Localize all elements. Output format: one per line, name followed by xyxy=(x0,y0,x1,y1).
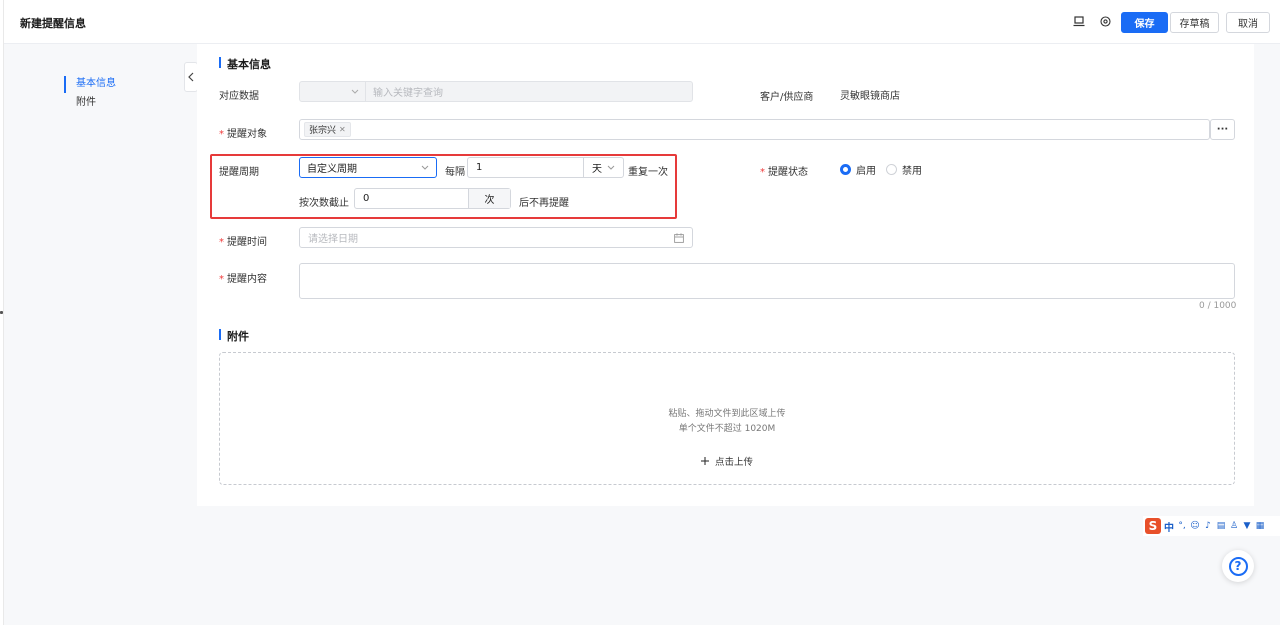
chevron-down-icon xyxy=(607,165,615,170)
stop-count-group: 0 次 xyxy=(354,188,511,209)
related-type-select xyxy=(300,82,366,101)
customer-value: 灵敏眼镜商店 xyxy=(840,91,900,102)
every-input-group: 1 天 xyxy=(467,157,624,178)
save-button[interactable]: 保存 xyxy=(1121,12,1168,33)
collapse-nav-button[interactable] xyxy=(184,62,198,92)
chevron-down-icon xyxy=(351,89,359,94)
keyboard-icon[interactable]: ▤ xyxy=(1216,521,1226,531)
cycle-type-value: 自定义周期 xyxy=(307,164,357,175)
upload-label: 点击上传 xyxy=(714,457,753,468)
status-label: * 提醒状态 xyxy=(760,167,808,178)
unit-value: 天 xyxy=(592,164,602,175)
unit-select[interactable]: 天 xyxy=(583,158,623,177)
date-picker-input[interactable]: 请选择日期 xyxy=(299,227,693,248)
skin-icon[interactable]: ▼ xyxy=(1242,521,1252,531)
section-title-attachment: 附件 xyxy=(219,328,249,344)
related-data-field: 输入关键字查询 xyxy=(299,81,693,102)
upload-hint-line1: 粘贴、拖动文件到此区域上传 xyxy=(668,409,786,419)
page-title: 新建提醒信息 xyxy=(20,17,86,30)
target-label: * 提醒对象 xyxy=(219,129,267,140)
user-icon[interactable]: ♙ xyxy=(1229,521,1239,531)
anchor-item-basic-info[interactable]: 基本信息 xyxy=(64,76,116,95)
content-textarea[interactable] xyxy=(299,263,1235,299)
punctuation-icon[interactable]: °, xyxy=(1177,521,1187,531)
chevron-down-icon xyxy=(421,165,429,170)
laptop-icon[interactable] xyxy=(1072,14,1086,28)
save-draft-button[interactable]: 存草稿 xyxy=(1170,12,1219,33)
settings-circle-icon[interactable] xyxy=(1098,14,1112,28)
left-edge-strip xyxy=(0,0,4,625)
status-disable-radio[interactable]: 禁用 xyxy=(886,162,922,177)
radio-checked-icon xyxy=(840,164,851,175)
cycle-label: 提醒周期 xyxy=(219,167,259,178)
upload-dropzone[interactable]: 粘贴、拖动文件到此区域上传 单个文件不超过 1020M 点击上传 xyxy=(219,352,1235,485)
help-icon: ? xyxy=(1228,556,1248,576)
repeat-label: 重复一次 xyxy=(628,167,668,178)
ime-logo[interactable]: S xyxy=(1145,518,1161,534)
cycle-type-select[interactable]: 自定义周期 xyxy=(299,157,437,178)
calendar-icon xyxy=(674,232,684,243)
emoji-icon[interactable]: ☺ xyxy=(1190,521,1200,531)
cancel-button[interactable]: 取消 xyxy=(1226,12,1270,33)
stop-suffix-label: 后不再提醒 xyxy=(519,198,569,209)
radio-unchecked-icon xyxy=(886,164,897,175)
time-label: * 提醒时间 xyxy=(219,237,267,248)
edge-handle-dot[interactable] xyxy=(0,311,3,314)
tag-close-icon[interactable]: ✕ xyxy=(339,125,346,134)
stop-count-input[interactable]: 0 xyxy=(355,193,468,204)
upload-hint-line2: 单个文件不超过 1020M xyxy=(678,424,776,434)
date-placeholder: 请选择日期 xyxy=(308,234,358,245)
mic-icon[interactable]: ♪ xyxy=(1203,521,1213,531)
grid-icon[interactable]: ▦ xyxy=(1255,521,1265,531)
customer-label: 客户/供应商 xyxy=(760,92,814,103)
status-enable-radio[interactable]: 启用 xyxy=(840,162,876,177)
related-search-input: 输入关键字查询 xyxy=(373,88,443,99)
target-more-button[interactable]: ··· xyxy=(1210,119,1235,140)
every-value-input[interactable]: 1 xyxy=(468,162,583,173)
ime-lang-toggle[interactable]: 中 xyxy=(1164,519,1174,534)
anchor-item-attachment[interactable]: 附件 xyxy=(64,95,116,114)
stop-count-label: 按次数截止 xyxy=(299,198,349,209)
target-tag: 张宗兴 ✕ xyxy=(304,122,351,137)
anchor-nav: 基本信息 附件 xyxy=(64,76,116,114)
chevron-left-icon xyxy=(188,72,194,82)
upload-button[interactable]: 点击上传 xyxy=(220,454,1234,468)
every-label: 每隔 xyxy=(445,167,465,178)
help-button[interactable]: ? xyxy=(1222,550,1254,582)
section-title-basic: 基本信息 xyxy=(219,56,271,72)
content-label: * 提醒内容 xyxy=(219,274,267,285)
ime-toolbar: S 中 °, ☺ ♪ ▤ ♙ ▼ ▦ xyxy=(1143,516,1280,536)
related-data-label: 对应数据 xyxy=(219,91,259,102)
stop-count-unit: 次 xyxy=(468,189,510,208)
content-counter: 0 / 1000 xyxy=(1199,301,1237,311)
page-header: 新建提醒信息 保存 存草稿 取消 xyxy=(4,0,1280,44)
target-field[interactable]: 张宗兴 ✕ xyxy=(299,119,1210,140)
plus-icon xyxy=(700,457,709,465)
